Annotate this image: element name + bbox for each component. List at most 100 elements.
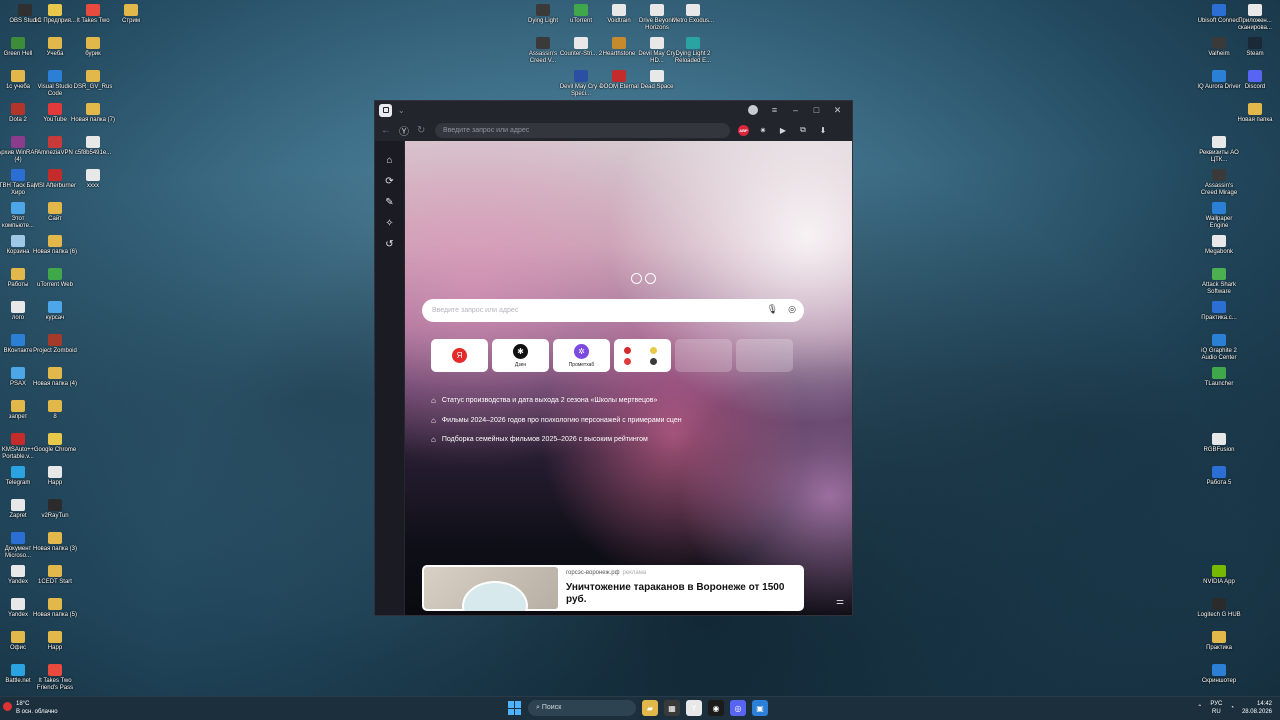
sync-icon[interactable]: ⟳ <box>375 171 404 192</box>
desktop-icon[interactable]: Новая папка (7) <box>71 103 115 124</box>
taskbar-app-discord[interactable]: ◎ <box>730 700 746 716</box>
desktop-icon[interactable]: Steam <box>1233 37 1277 58</box>
desktop-icon[interactable]: Новая папка (4) <box>33 367 77 388</box>
speed-dial-tile[interactable] <box>736 339 793 372</box>
desktop-icon[interactable]: Новая папка (3) <box>33 532 77 553</box>
taskbar-app-yandex[interactable]: Y <box>686 700 702 716</box>
taskbar-app-app[interactable]: ▣ <box>752 700 768 716</box>
camera-search-icon[interactable]: ◎ <box>788 304 796 315</box>
media-icon[interactable]: ▶ <box>777 126 789 135</box>
address-input[interactable]: Введите запрос или адрес <box>435 122 730 138</box>
extensions-icon[interactable]: ✷ <box>757 126 769 135</box>
desktop-icon-label: Project Zomboid <box>33 348 77 354</box>
search-input[interactable]: Введите запрос или адрес 🎙 ◎ <box>422 299 804 322</box>
adblock-icon[interactable]: ABP <box>738 124 749 136</box>
desktop-icon[interactable]: DSR_GV_Rus <box>71 70 115 91</box>
yandex-browser-icon[interactable] <box>379 103 392 117</box>
desktop-icon[interactable]: Happ <box>33 631 77 652</box>
app-icon <box>86 37 100 49</box>
desktop-icon[interactable]: Практика.с... <box>1197 301 1241 322</box>
desktop-icon[interactable]: uTorrent Web <box>33 268 77 289</box>
desktop-icon[interactable]: c5f8b5491e... <box>71 136 115 157</box>
desktop-icon[interactable]: TLauncher <box>1197 367 1241 388</box>
desktop-icon[interactable]: Dying Light 2 Reloaded E... <box>671 37 715 65</box>
desktop-icon[interactable]: Новая папка (6) <box>33 235 77 256</box>
downloads-icon[interactable]: ⬇ <box>817 126 829 135</box>
speed-dial-tile[interactable]: ✲ Прометхаб <box>553 339 610 372</box>
desktop-icon[interactable]: Скриншотер <box>1197 664 1241 685</box>
desktop-icon[interactable]: iQ Graphite 2 Audio Center <box>1197 334 1241 362</box>
history-icon[interactable]: ↺ <box>375 234 404 255</box>
profile-avatar[interactable] <box>748 105 758 115</box>
minimize-button[interactable]: – <box>785 105 806 115</box>
alice-icon: ⌂ <box>431 396 436 406</box>
desktop-icon[interactable]: курсач <box>33 301 77 322</box>
desktop-icon[interactable]: Attack Shark Software <box>1197 268 1241 296</box>
desktop-icon[interactable]: Project Zomboid <box>33 334 77 355</box>
desktop-icon[interactable]: Реквизиты АО ЦТК... <box>1197 136 1241 164</box>
network-icon[interactable]: ◔ <box>1230 704 1234 712</box>
desktop-icon[interactable]: Приложен... сканирова... <box>1233 4 1277 32</box>
ad-banner[interactable]: горсэс-воронеж.рф реклама Уничтожение тар… <box>422 565 804 611</box>
speed-dial-tile[interactable] <box>675 339 732 372</box>
speed-dial-tile[interactable] <box>614 339 671 372</box>
desktop-icon[interactable]: It Takes Two Friend's Pass <box>33 664 77 692</box>
taskbar-search[interactable]: ⌕ Поиск <box>528 700 636 716</box>
speed-dial-tile[interactable]: ✱ Дзен <box>492 339 549 372</box>
desktop-icon[interactable]: Новая папка (5) <box>33 598 77 619</box>
close-button[interactable]: ✕ <box>827 105 848 116</box>
desktop-icon[interactable]: Logitech G HUB <box>1197 598 1241 619</box>
app-icon <box>1212 631 1226 643</box>
app-icon <box>1212 334 1226 346</box>
suggestion-item[interactable]: ⌂ Статус производства и дата выхода 2 се… <box>431 391 682 411</box>
notes-icon[interactable]: ✎ <box>375 192 404 213</box>
desktop-icon[interactable]: RGBFusion <box>1197 433 1241 454</box>
suggestion-item[interactable]: ⌂ Фильмы 2024–2026 годов про психологию … <box>431 411 682 431</box>
app-icon <box>536 37 550 49</box>
weather-icon <box>3 702 12 711</box>
desktop-icon[interactable]: Практика <box>1197 631 1241 652</box>
desktop-icon[interactable]: Metro Exodus... <box>671 4 715 25</box>
desktop-icon[interactable]: xxxx <box>71 169 115 190</box>
reload-button[interactable]: ↻ <box>417 125 427 136</box>
taskbar-app-explorer[interactable]: ▰ <box>642 700 658 716</box>
desktop-icon[interactable]: Wallpaper Engine <box>1197 202 1241 230</box>
alice-icon[interactable]: ⌂ <box>375 150 404 171</box>
chevron-up-icon[interactable]: ⌃ <box>1197 704 1202 712</box>
taskbar-app-chrome[interactable]: ◉ <box>708 700 724 716</box>
microphone-icon[interactable]: 🎙 <box>767 304 778 315</box>
app-icon <box>48 37 62 49</box>
desktop-icon[interactable]: Сайт <box>33 202 77 223</box>
desktop-icon[interactable]: Стрим <box>109 4 153 25</box>
maximize-button[interactable]: □ <box>806 105 827 115</box>
menu-button[interactable]: ≡ <box>764 105 785 115</box>
weather-widget[interactable]: 18°C В осн. облачно <box>3 700 58 716</box>
desktop-icon[interactable]: Работа 5 <box>1197 466 1241 487</box>
customize-icon[interactable]: ⚌ <box>836 596 844 607</box>
suggestion-item[interactable]: ⌂ Подборка семейных фильмов 2025–2026 с … <box>431 430 682 450</box>
desktop-icon[interactable]: Megabonk <box>1197 235 1241 256</box>
speed-dial-tile[interactable]: Я <box>431 339 488 372</box>
screenshot-icon[interactable]: ⧉ <box>797 125 809 135</box>
start-button[interactable] <box>508 701 522 715</box>
desktop-icon[interactable]: Discord <box>1233 70 1277 91</box>
desktop-icon[interactable]: NVIDIA App <box>1197 565 1241 586</box>
chevron-down-icon[interactable]: ⌄ <box>398 106 405 115</box>
desktop-icon[interactable]: 1CEDT Start <box>33 565 77 586</box>
desktop-icon-label: Скриншотер <box>1201 678 1237 684</box>
language-indicator[interactable]: РУС RU <box>1210 700 1222 716</box>
taskbar-app-store[interactable]: ▦ <box>664 700 680 716</box>
desktop-icon[interactable]: Assassin's Creed Mirage <box>1197 169 1241 197</box>
clock[interactable]: 14:42 28.08.2026 <box>1242 700 1272 716</box>
desktop-icon[interactable]: Новая папка <box>1233 103 1277 124</box>
desktop-icon[interactable]: v2RayTun <box>33 499 77 520</box>
desktop-icon[interactable]: Google Chrome <box>33 433 77 454</box>
back-button[interactable]: ← <box>381 125 391 136</box>
desktop-icon[interactable]: бурик <box>71 37 115 58</box>
desktop-icon[interactable]: Dead Space <box>635 70 679 91</box>
desktop-icon[interactable]: Happ <box>33 466 77 487</box>
desktop-icon[interactable]: 8 <box>33 400 77 421</box>
sparkle-icon[interactable]: ✧ <box>375 213 404 234</box>
home-icon[interactable]: Ⓨ <box>399 123 409 138</box>
app-icon <box>686 37 700 49</box>
